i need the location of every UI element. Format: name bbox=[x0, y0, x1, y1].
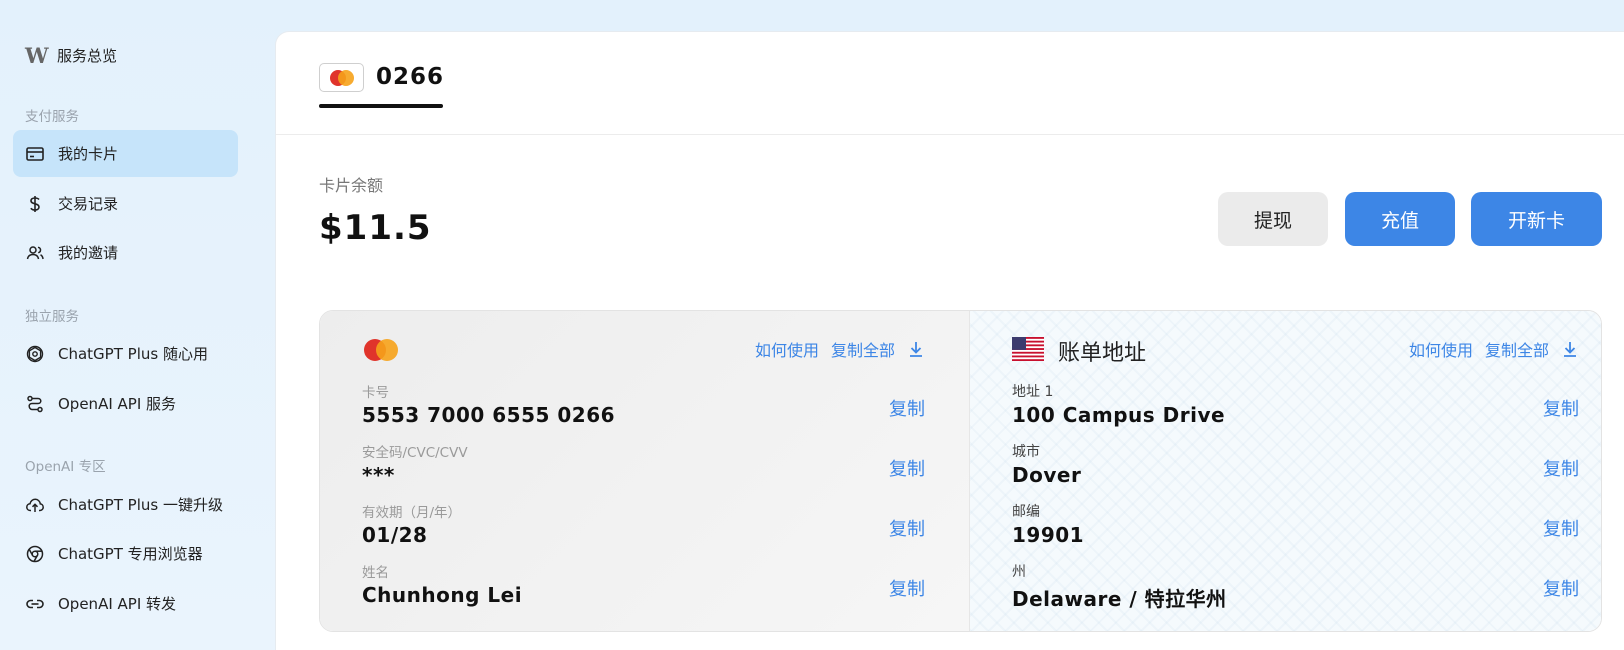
state-value: Delaware / 特拉华州 bbox=[1012, 587, 1227, 611]
copy-all-link[interactable]: 复制全部 bbox=[831, 337, 895, 361]
copy-all-link[interactable]: 复制全部 bbox=[1485, 337, 1549, 361]
card-info-section: 如何使用 复制全部 卡号 5553 7000 6555 0266 复制 安全码/… bbox=[320, 311, 970, 631]
logo-icon: W bbox=[25, 43, 49, 68]
copy-state-button[interactable]: 复制 bbox=[1543, 575, 1579, 601]
card-details-panel: 如何使用 复制全部 卡号 5553 7000 6555 0266 复制 安全码/… bbox=[319, 310, 1602, 632]
field-label: 州 bbox=[1012, 564, 1026, 580]
address-line1-field: 地址 1 100 Campus Drive 复制 bbox=[1012, 381, 1579, 437]
city-field: 城市 Dover 复制 bbox=[1012, 441, 1579, 497]
sidebar-item-label: 我的卡片 bbox=[58, 145, 119, 163]
field-label: 卡号 bbox=[362, 385, 389, 401]
card-info-header: 如何使用 复制全部 bbox=[320, 337, 969, 367]
field-label: 地址 1 bbox=[1012, 384, 1054, 400]
balance-label: 卡片余额 bbox=[319, 176, 384, 195]
card-tab-last4: 0266 bbox=[376, 64, 445, 90]
city-value: Dover bbox=[1012, 463, 1082, 487]
copy-name-button[interactable]: 复制 bbox=[889, 575, 925, 601]
mastercard-icon bbox=[319, 63, 364, 92]
sidebar-item-api-forward[interactable]: OpenAI API 转发 bbox=[13, 580, 238, 627]
field-label: 城市 bbox=[1012, 444, 1040, 460]
billing-address-title: 账单地址 bbox=[1058, 341, 1147, 366]
expiry-value: 01/28 bbox=[362, 523, 428, 547]
zip-value: 19901 bbox=[1012, 523, 1085, 547]
card-tab-bar: 0266 bbox=[276, 32, 1624, 135]
sidebar: W 服务总览 支付服务 我的卡片 交易记录 我的邀请 独立服务 ChatGPT … bbox=[0, 0, 275, 650]
sidebar-item-invites[interactable]: 我的邀请 bbox=[13, 229, 238, 276]
main-content: 0266 卡片余额 $11.5 提现 充值 开新卡 如何使用 复制全部 卡号 5… bbox=[275, 31, 1624, 650]
billing-address-section: 账单地址 如何使用 复制全部 地址 1 100 Campus Drive 复制 … bbox=[970, 311, 1601, 631]
dollar-icon bbox=[25, 194, 45, 214]
recharge-button[interactable]: 充值 bbox=[1345, 192, 1455, 246]
sidebar-item-label: ChatGPT Plus 随心用 bbox=[58, 345, 208, 363]
sidebar-item-label: ChatGPT 专用浏览器 bbox=[58, 545, 203, 563]
copy-zip-button[interactable]: 复制 bbox=[1543, 515, 1579, 541]
copy-cvv-button[interactable]: 复制 bbox=[889, 455, 925, 481]
withdraw-button[interactable]: 提现 bbox=[1218, 192, 1328, 246]
section-title-openai: OpenAI 专区 bbox=[25, 459, 106, 475]
billing-header: 账单地址 如何使用 复制全部 bbox=[970, 337, 1601, 367]
sidebar-item-my-cards[interactable]: 我的卡片 bbox=[13, 130, 238, 177]
sidebar-item-label: OpenAI API 转发 bbox=[58, 595, 177, 613]
name-field: 姓名 Chunhong Lei 复制 bbox=[362, 561, 925, 617]
new-card-button[interactable]: 开新卡 bbox=[1471, 192, 1602, 246]
field-label: 安全码/CVC/CVV bbox=[362, 445, 468, 461]
sidebar-item-label: 交易记录 bbox=[58, 195, 119, 213]
expiry-field: 有效期（月/年） 01/28 复制 bbox=[362, 501, 925, 557]
logo-row[interactable]: W 服务总览 bbox=[25, 43, 117, 68]
address-line1-value: 100 Campus Drive bbox=[1012, 403, 1226, 427]
sidebar-item-label: 我的邀请 bbox=[58, 244, 119, 262]
sidebar-item-browser[interactable]: ChatGPT 专用浏览器 bbox=[13, 530, 238, 577]
users-icon bbox=[25, 243, 45, 263]
card-number-field: 卡号 5553 7000 6555 0266 复制 bbox=[362, 381, 925, 437]
active-tab-indicator bbox=[319, 104, 443, 108]
overview-link[interactable]: 服务总览 bbox=[57, 45, 117, 66]
card-number-value: 5553 7000 6555 0266 bbox=[362, 403, 616, 427]
sidebar-item-label: ChatGPT Plus 一键升级 bbox=[58, 496, 223, 514]
card-icon bbox=[25, 144, 45, 164]
download-icon[interactable] bbox=[1561, 340, 1579, 358]
copy-card-number-button[interactable]: 复制 bbox=[889, 395, 925, 421]
field-label: 姓名 bbox=[362, 565, 389, 581]
how-to-use-link[interactable]: 如何使用 bbox=[755, 337, 819, 361]
card-header-actions: 如何使用 复制全部 bbox=[755, 337, 925, 361]
how-to-use-link[interactable]: 如何使用 bbox=[1409, 337, 1473, 361]
field-label: 有效期（月/年） bbox=[362, 505, 462, 521]
field-label: 邮编 bbox=[1012, 504, 1040, 520]
section-title-standalone: 独立服务 bbox=[25, 309, 79, 325]
copy-address-button[interactable]: 复制 bbox=[1543, 395, 1579, 421]
billing-header-actions: 如何使用 复制全部 bbox=[1409, 337, 1579, 361]
us-flag-icon bbox=[1012, 337, 1044, 361]
zip-field: 邮编 19901 复制 bbox=[1012, 501, 1579, 557]
sidebar-item-transactions[interactable]: 交易记录 bbox=[13, 180, 238, 227]
sidebar-item-openai-api[interactable]: OpenAI API 服务 bbox=[13, 380, 238, 427]
sidebar-item-plus-upgrade[interactable]: ChatGPT Plus 一键升级 bbox=[13, 481, 238, 528]
cvv-field: 安全码/CVC/CVV *** 复制 bbox=[362, 441, 925, 497]
name-value: Chunhong Lei bbox=[362, 583, 523, 607]
route-icon bbox=[25, 394, 45, 414]
browser-icon bbox=[25, 544, 45, 564]
copy-city-button[interactable]: 复制 bbox=[1543, 455, 1579, 481]
link-icon bbox=[25, 594, 45, 614]
card-tab-0266[interactable]: 0266 bbox=[319, 63, 444, 138]
copy-expiry-button[interactable]: 复制 bbox=[889, 515, 925, 541]
mastercard-icon bbox=[364, 339, 398, 361]
balance-value: $11.5 bbox=[319, 208, 432, 248]
cloud-upload-icon bbox=[25, 495, 45, 515]
openai-icon bbox=[25, 344, 45, 364]
state-field: 州 Delaware / 特拉华州 复制 bbox=[1012, 561, 1579, 617]
download-icon[interactable] bbox=[907, 340, 925, 358]
sidebar-item-label: OpenAI API 服务 bbox=[58, 395, 177, 413]
cvv-value: *** bbox=[362, 463, 395, 487]
section-title-payment: 支付服务 bbox=[25, 109, 79, 125]
sidebar-item-chatgpt-plus[interactable]: ChatGPT Plus 随心用 bbox=[13, 330, 238, 377]
